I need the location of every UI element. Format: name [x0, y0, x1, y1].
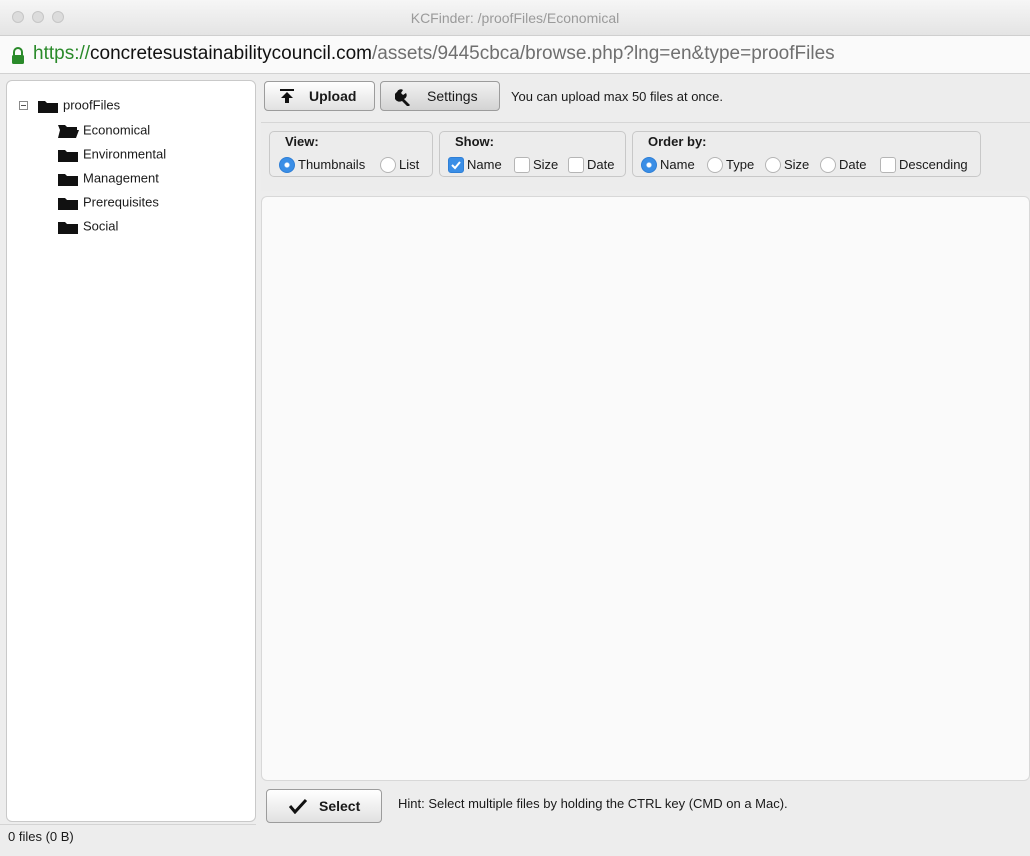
wrench-icon — [395, 89, 410, 106]
tree-item-label: proofFiles — [63, 97, 121, 113]
tree-item-label: Prerequisites — [83, 194, 159, 210]
option-label: Name — [660, 157, 695, 172]
option-label: Descending — [899, 157, 968, 172]
select-hint: Hint: Select multiple files by holding t… — [398, 796, 788, 811]
show-group: Show: Name Size Date — [439, 131, 626, 177]
radio-selected-icon — [279, 157, 295, 173]
folder-tree-pane: proofFiles Economical Environmental Mana… — [6, 80, 256, 822]
tree-item-social[interactable]: Social — [57, 215, 118, 237]
folder-icon — [58, 221, 78, 234]
view-group-title: View: — [282, 134, 322, 149]
folder-icon — [38, 100, 58, 113]
tree-item-root[interactable]: proofFiles — [37, 94, 120, 116]
folder-icon — [58, 149, 78, 162]
url-text: https://concretesustainabilitycouncil.co… — [33, 36, 835, 72]
url-host: concretesustainabilitycouncil.com — [90, 43, 372, 64]
option-label: Type — [726, 157, 755, 172]
tree-item-label: Management — [83, 170, 159, 186]
tree-item-label: Environmental — [83, 146, 167, 162]
select-label: Select — [319, 798, 361, 814]
option-label: Thumbnails — [298, 157, 366, 172]
show-group-title: Show: — [452, 134, 497, 149]
upload-button[interactable]: Upload — [264, 81, 375, 111]
radio-selected-icon — [641, 157, 657, 173]
lock-icon — [12, 47, 24, 64]
order-by-group-title: Order by: — [645, 134, 710, 149]
option-label: Size — [784, 157, 810, 172]
option-label: Name — [467, 157, 502, 172]
option-label: List — [399, 157, 420, 172]
select-button[interactable]: Select — [266, 789, 382, 823]
options-bar: View: Thumbnails List Show: Name Size Da… — [261, 122, 1030, 191]
option-label: Size — [533, 157, 559, 172]
address-bar[interactable]: https://concretesustainabilitycouncil.co… — [0, 36, 1030, 74]
option-label: Date — [587, 157, 615, 172]
radio-icon — [765, 157, 781, 173]
radio-icon — [380, 157, 396, 173]
tree-item-label: Social — [83, 218, 119, 234]
url-path: /assets/9445cbca/browse.php?lng=en&type=… — [372, 43, 835, 64]
window-titlebar: KCFinder: /proofFiles/Economical — [0, 0, 1030, 36]
upload-label: Upload — [309, 88, 357, 104]
upload-hint: You can upload max 50 files at once. — [511, 89, 723, 104]
checkbox-icon — [568, 157, 584, 173]
status-divider — [0, 824, 256, 825]
checkbox-checked-icon — [448, 157, 464, 173]
upload-icon — [280, 89, 294, 103]
radio-icon — [707, 157, 723, 173]
status-text: 0 files (0 B) — [8, 829, 74, 844]
radio-icon — [820, 157, 836, 173]
url-scheme: https:// — [33, 43, 91, 64]
toolbar: Upload Settings You can upload max 50 fi… — [261, 78, 1030, 118]
tree-item-economical[interactable]: Economical — [57, 119, 150, 141]
order-by-group: Order by: Name Type Size Date Descending — [632, 131, 981, 177]
collapse-toggle-icon[interactable] — [19, 101, 28, 110]
tree-item-environmental[interactable]: Environmental — [57, 143, 166, 165]
settings-button[interactable]: Settings — [380, 81, 500, 111]
folder-open-icon — [58, 124, 79, 138]
folder-icon — [58, 173, 78, 186]
option-label: Date — [839, 157, 867, 172]
tree-item-prerequisites[interactable]: Prerequisites — [57, 191, 159, 213]
checkmark-icon — [289, 798, 307, 814]
settings-label: Settings — [427, 88, 478, 104]
view-group: View: Thumbnails List — [269, 131, 433, 177]
tree-item-label: Economical — [83, 122, 151, 138]
file-list-area[interactable] — [261, 196, 1030, 781]
window-title: KCFinder: /proofFiles/Economical — [410, 10, 620, 26]
folder-icon — [58, 197, 78, 210]
checkbox-icon — [880, 157, 896, 173]
tree-item-management[interactable]: Management — [57, 167, 159, 189]
checkbox-icon — [514, 157, 530, 173]
